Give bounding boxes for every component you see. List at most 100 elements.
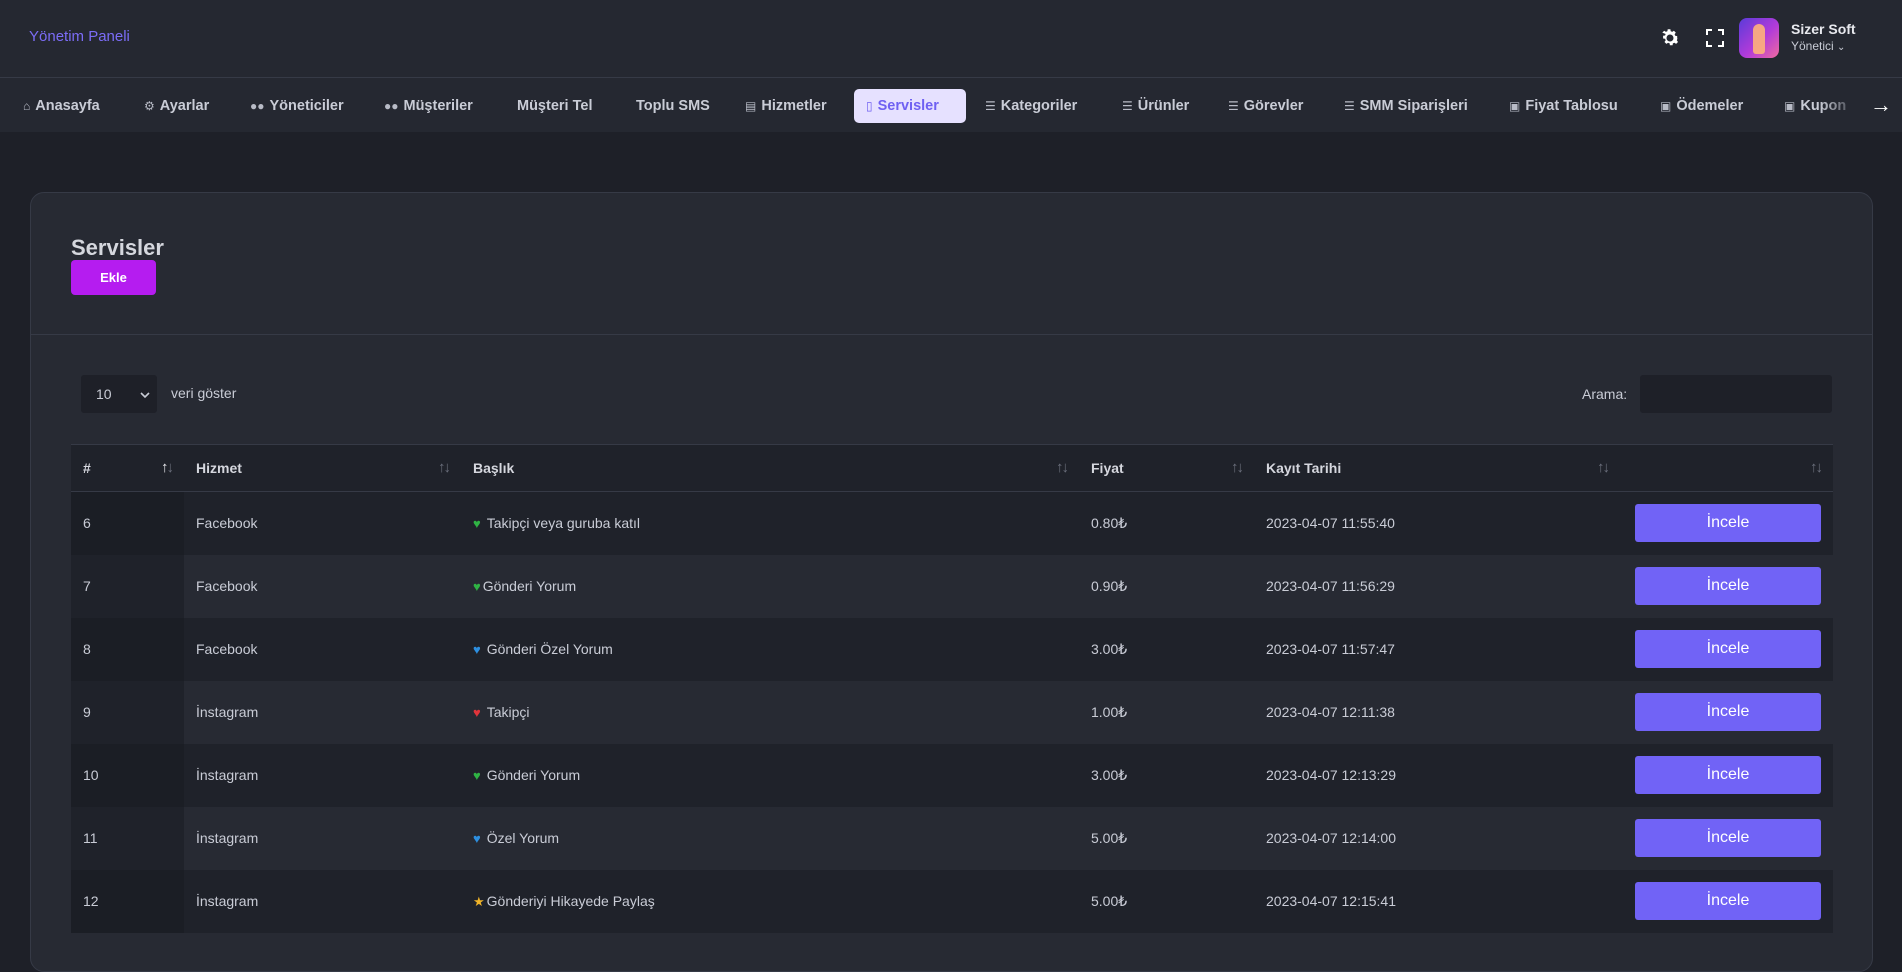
nav-item-fiyat-tablosu[interactable]: ▣ Fiyat Tablosu xyxy=(1497,89,1630,123)
nav-scroll-right-icon[interactable]: → xyxy=(1860,78,1902,132)
nav-item-anasayfa[interactable]: ⌂ Anasayfa xyxy=(11,89,112,123)
cell-service: İnstagram xyxy=(184,869,461,933)
cell-id: 8 xyxy=(71,617,184,681)
view-button[interactable]: İncele xyxy=(1635,567,1821,605)
table-header-row: # ↑↓ Hizmet ↑↓ Başlık ↑↓ Fiyat ↑↓ Kayıt Tari… xyxy=(71,444,1833,492)
cell-title: ♥ Takipçi veya guruba katıl xyxy=(461,491,1079,555)
cell-price: 5.00₺ xyxy=(1079,806,1254,870)
cell-price: 1.00₺ xyxy=(1079,680,1254,744)
view-button[interactable]: İncele xyxy=(1635,630,1821,668)
avatar[interactable] xyxy=(1739,18,1779,58)
nav-item-servisler[interactable]: ▯ Servisler xyxy=(854,89,966,123)
cell-id: 11 xyxy=(71,806,184,870)
cell-id: 6 xyxy=(71,491,184,555)
star-icon: ★ xyxy=(473,893,485,909)
cell-id: 7 xyxy=(71,554,184,618)
cell-title: ♥ Gönderi Özel Yorum xyxy=(461,617,1079,681)
nav-fade xyxy=(1820,78,1860,132)
main-nav: ⌂ Anasayfa ⚙ Ayarlar ●● Yöneticiler ●● Müşte… xyxy=(0,78,1902,132)
column-header-id[interactable]: # ↑↓ xyxy=(71,444,184,492)
file-icon: ▯ xyxy=(866,99,873,113)
column-header-actions[interactable]: ↑↓ xyxy=(1620,444,1833,492)
nav-label: Kategoriler xyxy=(1000,98,1078,114)
sort-icon: ↑↓ xyxy=(1597,459,1610,476)
nav-item-musteriler[interactable]: ●● Müşteriler xyxy=(372,89,485,123)
nav-item-urunler[interactable]: ☰ Ürünler xyxy=(1110,89,1201,123)
page-length-value: 10 xyxy=(96,386,112,402)
column-header-price[interactable]: Fiyat ↑↓ xyxy=(1079,444,1254,492)
search-input[interactable] xyxy=(1640,375,1832,413)
table-row: 7 Facebook ♥ Gönderi Yorum 0.90₺ 2023-04-… xyxy=(71,554,1833,618)
nav-label: Ödemeler xyxy=(1676,98,1744,114)
cell-date: 2023-04-07 12:14:00 xyxy=(1254,806,1620,870)
cell-service: İnstagram xyxy=(184,680,461,744)
cell-date: 2023-04-07 12:15:41 xyxy=(1254,869,1620,933)
view-button[interactable]: İncele xyxy=(1635,504,1821,543)
cell-price: 5.00₺ xyxy=(1079,869,1254,933)
cell-title: ♥ Özel Yorum xyxy=(461,806,1079,870)
heart-icon: ♥ xyxy=(473,516,481,532)
column-header-service[interactable]: Hizmet ↑↓ xyxy=(184,444,461,492)
nav-item-ayarlar[interactable]: ⚙ Ayarlar xyxy=(132,89,221,123)
services-card: Servisler Ekle 10 veri göster Arama: # ↑↓… xyxy=(30,192,1873,972)
cell-title: ★ Gönderiyi Hikayede Paylaş xyxy=(461,869,1079,933)
cell-id: 10 xyxy=(71,743,184,807)
search-label: Arama: xyxy=(1582,386,1628,402)
nav-label: Müşteri Tel xyxy=(517,98,593,114)
cell-service: Facebook xyxy=(184,554,461,618)
list-icon: ☰ xyxy=(1344,99,1355,113)
fullscreen-icon[interactable] xyxy=(1701,24,1729,52)
cell-title: ♥ Takipçi xyxy=(461,680,1079,744)
view-button[interactable]: İncele xyxy=(1635,819,1821,857)
nav-label: Fiyat Tablosu xyxy=(1525,98,1618,114)
cell-date: 2023-04-07 11:57:47 xyxy=(1254,617,1620,681)
nav-label: SMM Siparişleri xyxy=(1359,98,1468,114)
nav-item-kategoriler[interactable]: ☰ Kategoriler xyxy=(973,89,1089,123)
building-icon: ▤ xyxy=(745,99,757,113)
top-header: Yönetim Paneli Sizer Soft Yönetici ⌄ xyxy=(0,0,1902,78)
table-row: 10 İnstagram ♥ Gönderi Yorum 3.00₺ 2023-0… xyxy=(71,743,1833,807)
heart-icon: ♥ xyxy=(473,642,481,657)
nav-item-hizmetler[interactable]: ▤ Hizmetler xyxy=(733,89,839,123)
money-icon: ▣ xyxy=(1660,99,1672,113)
page-title: Servisler xyxy=(71,235,164,260)
cell-action: İncele xyxy=(1620,554,1833,618)
brand-title[interactable]: Yönetim Paneli xyxy=(29,28,130,45)
chevron-down-icon: ⌄ xyxy=(1837,42,1846,53)
nav-item-yoneticiler[interactable]: ●● Yöneticiler xyxy=(238,89,356,123)
cell-service: İnstagram xyxy=(184,806,461,870)
page-length-select[interactable]: 10 xyxy=(81,375,157,413)
view-button[interactable]: İncele xyxy=(1635,882,1821,920)
nav-item-gorevler[interactable]: ☰ Görevler xyxy=(1216,89,1315,123)
column-header-title[interactable]: Başlık ↑↓ xyxy=(461,444,1079,492)
cell-action: İncele xyxy=(1620,743,1833,807)
cell-action: İncele xyxy=(1620,806,1833,870)
page-length-label: veri göster xyxy=(171,385,237,401)
gear-icon[interactable] xyxy=(1656,24,1684,52)
cell-id: 9 xyxy=(71,680,184,744)
nav-item-smm-siparisleri[interactable]: ☰ SMM Siparişleri xyxy=(1332,89,1480,123)
cell-price: 0.90₺ xyxy=(1079,554,1254,618)
nav-item-odemeler[interactable]: ▣ Ödemeler xyxy=(1648,89,1755,123)
nav-label: Ürünler xyxy=(1137,98,1190,114)
add-button[interactable]: Ekle xyxy=(71,260,156,295)
nav-label: Müşteriler xyxy=(403,98,473,114)
cell-date: 2023-04-07 11:56:29 xyxy=(1254,554,1620,618)
sort-icon: ↑↓ xyxy=(1056,459,1069,476)
table-row: 8 Facebook ♥ Gönderi Özel Yorum 3.00₺ 202… xyxy=(71,617,1833,681)
user-name[interactable]: Sizer Soft xyxy=(1791,21,1856,37)
cell-service: Facebook xyxy=(184,491,461,555)
nav-item-toplu-sms[interactable]: Toplu SMS xyxy=(624,89,722,123)
services-table: # ↑↓ Hizmet ↑↓ Başlık ↑↓ Fiyat ↑↓ Kayıt Tari… xyxy=(71,444,1833,933)
user-role-dropdown[interactable]: Yönetici ⌄ xyxy=(1791,39,1845,53)
sort-icon: ↑↓ xyxy=(438,459,451,476)
view-button[interactable]: İncele xyxy=(1635,693,1821,731)
column-header-date[interactable]: Kayıt Tarihi ↑↓ xyxy=(1254,444,1620,492)
heart-icon: ♥ xyxy=(473,768,481,783)
home-icon: ⌂ xyxy=(23,99,31,113)
table-row: 12 İnstagram ★ Gönderiyi Hikayede Paylaş … xyxy=(71,869,1833,933)
nav-item-musteri-tel[interactable]: Müşteri Tel xyxy=(505,89,604,123)
user-role: Yönetici xyxy=(1791,39,1834,53)
nav-label: Servisler xyxy=(877,98,939,114)
view-button[interactable]: İncele xyxy=(1635,756,1821,794)
